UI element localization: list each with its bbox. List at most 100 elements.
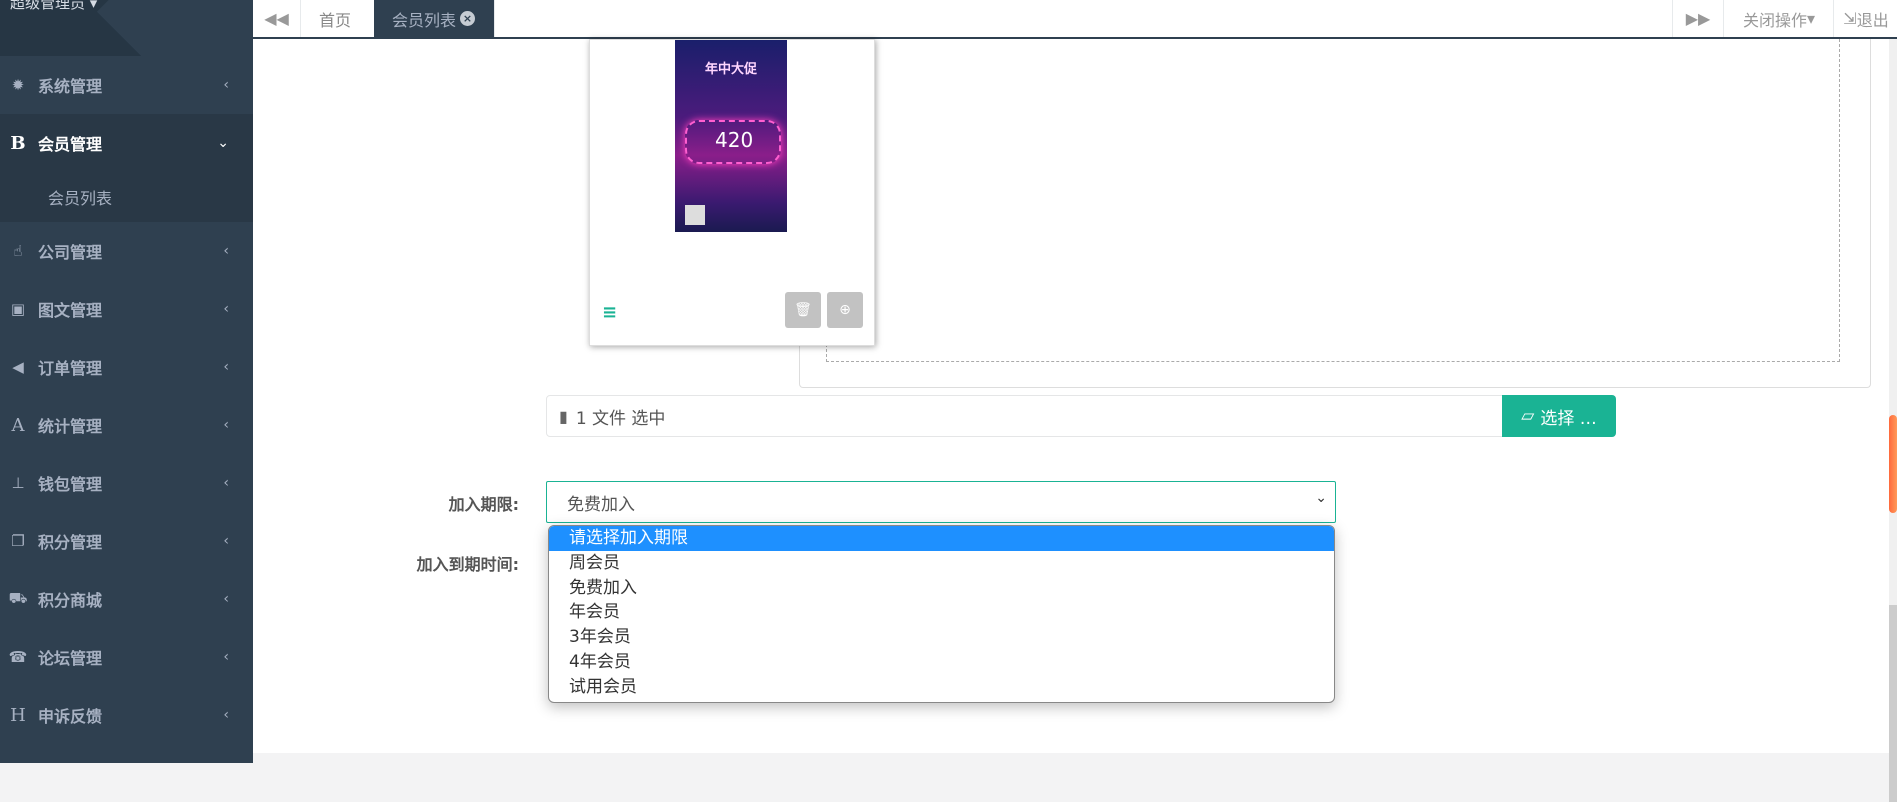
close-operations-label: 关闭操作	[1742, 10, 1807, 30]
scroll-tabs-right-button[interactable]: ▶▶	[1672, 0, 1723, 37]
chevron-left-icon: ‹	[223, 243, 229, 259]
sidebar-item-forum[interactable]: ☎ 论坛管理 ‹	[0, 628, 253, 686]
poster-number: 420	[715, 128, 754, 152]
sidebar-item-points-mall[interactable]: ⛟ 积分商城 ‹	[0, 570, 253, 628]
sidebar-item-label: 订单管理	[38, 359, 103, 378]
choose-file-label: 选择 …	[1540, 408, 1597, 429]
option-4-year[interactable]: 4年会员	[549, 650, 1334, 675]
file-icon: ▮	[559, 406, 568, 426]
zoom-file-button[interactable]: ⊕	[827, 292, 863, 328]
gear-icon: ✹	[11, 76, 25, 94]
stamp-icon: ⊥	[11, 474, 25, 492]
chevron-left-icon: ‹	[223, 301, 229, 317]
chevron-left-icon: ‹	[223, 649, 229, 665]
expire-time-label: 加入到期时间:	[416, 555, 519, 574]
logout-label: 退出	[1856, 10, 1889, 30]
sidebar-item-label: 钱包管理	[38, 475, 103, 494]
sidebar-item-stats[interactable]: A 统计管理 ‹	[0, 396, 253, 454]
delete-file-button[interactable]: 🗑	[785, 292, 821, 328]
file-preview-panel	[799, 39, 1871, 388]
sidebar-item-label: 申诉反馈	[38, 707, 103, 726]
vertical-scrollbar[interactable]	[1889, 39, 1897, 802]
chevron-left-icon: ‹	[223, 533, 229, 549]
poster-title: 年中大促	[704, 62, 757, 77]
tab-member-list[interactable]: 会员列表 ×	[374, 0, 495, 37]
join-period-label: 加入期限:	[448, 495, 519, 514]
profile-header: 超级管理员 ▾	[0, 0, 253, 56]
close-tab-icon[interactable]: ×	[460, 11, 476, 26]
copy-icon: ❐	[11, 532, 25, 550]
sidebar: 超级管理员 ▾ ✹ 系统管理 ‹ B 会员管理 ⌄ 会员列表 ☝ 公司管理 ‹ …	[0, 0, 253, 763]
image-icon: ▣	[10, 300, 26, 318]
close-operations-dropdown[interactable]: 关闭操作 ▾	[1723, 0, 1834, 37]
sidebar-item-label: 统计管理	[38, 417, 103, 436]
user-name: 超级管理员	[10, 0, 86, 12]
drop-zone[interactable]	[826, 39, 1840, 362]
sidebar-item-label: 会员管理	[38, 135, 103, 154]
sidebar-item-label: 论坛管理	[38, 649, 103, 668]
double-chevron-right-icon: ▶▶	[1685, 9, 1711, 28]
tab-bar: ◀◀ 首页 会员列表 × ▶▶ 关闭操作 ▾ ⇲ 退出	[253, 0, 1897, 39]
sidebar-item-content[interactable]: ▣ 图文管理 ‹	[0, 280, 253, 338]
sidebar-item-company[interactable]: ☝ 公司管理 ‹	[0, 222, 253, 280]
footer-strip	[253, 753, 1897, 763]
hand-icon: ☝	[13, 242, 23, 260]
cart-icon: ⛟	[8, 589, 28, 607]
option-weekly[interactable]: 周会员	[549, 551, 1334, 576]
file-caption: ▮ 1 文件 选中	[546, 395, 1504, 437]
font-a-icon: A	[11, 414, 25, 436]
option-free[interactable]: 免费加入	[549, 576, 1334, 601]
option-trial[interactable]: 试用会员	[549, 675, 1334, 700]
sidebar-item-members[interactable]: B 会员管理 ⌄	[0, 114, 253, 172]
header-h-icon: H	[10, 704, 26, 726]
join-period-select[interactable]: 免费加入 ⌄	[546, 481, 1336, 523]
option-3-year[interactable]: 3年会员	[549, 625, 1334, 650]
sidebar-item-label: 积分管理	[38, 533, 103, 552]
scrollbar-thumb[interactable]	[1889, 605, 1897, 802]
bold-b-icon: B	[10, 132, 26, 154]
caret-down-icon: ▾	[89, 0, 98, 12]
sidebar-item-orders[interactable]: ◀ 订单管理 ‹	[0, 338, 253, 396]
poster-image: 年中大促 420	[675, 40, 787, 232]
choose-file-button[interactable]: ▱ 选择 …	[1502, 395, 1616, 437]
user-menu[interactable]: 超级管理员 ▾	[10, 0, 97, 13]
caret-down-icon: ▾	[1806, 9, 1816, 28]
megaphone-icon: ◀	[12, 358, 24, 376]
sidebar-item-points[interactable]: ❐ 积分管理 ‹	[0, 512, 253, 570]
file-caption-text: 1 文件 选中	[575, 408, 666, 429]
option-placeholder[interactable]: 请选择加入期限	[549, 526, 1334, 551]
chevron-down-icon: ⌄	[1315, 490, 1327, 506]
folder-open-icon: ▱	[1521, 406, 1535, 426]
sidebar-item-feedback[interactable]: H 申诉反馈 ‹	[0, 686, 253, 744]
chevron-left-icon: ‹	[223, 359, 229, 375]
chevron-left-icon: ‹	[223, 77, 229, 93]
scroll-tabs-left-button[interactable]: ◀◀	[253, 0, 301, 37]
sidebar-subitem-member-list[interactable]: 会员列表	[0, 172, 253, 222]
sign-out-icon: ⇲	[1843, 9, 1857, 28]
tab-home[interactable]: 首页	[301, 0, 378, 37]
chevron-left-icon: ‹	[223, 707, 229, 723]
scroll-indicator[interactable]	[1889, 415, 1897, 513]
tab-label: 会员列表	[392, 10, 457, 30]
sidebar-item-system[interactable]: ✹ 系统管理 ‹	[0, 56, 253, 114]
zoom-in-icon: ⊕	[839, 302, 851, 318]
tab-label: 首页	[319, 10, 352, 30]
trash-icon: 🗑	[794, 302, 812, 318]
chevron-down-icon: ⌄	[217, 135, 229, 151]
chevron-left-icon: ‹	[223, 417, 229, 433]
file-thumbnail: 年中大促 420 ≡ 🗑 ⊕	[589, 39, 875, 346]
logout-button[interactable]: ⇲ 退出	[1833, 0, 1897, 37]
sidebar-item-label: 系统管理	[38, 77, 103, 96]
profile-decoration	[96, 0, 253, 56]
join-period-dropdown: 请选择加入期限 周会员 免费加入 年会员 3年会员 4年会员 试用会员	[548, 525, 1335, 703]
select-value: 免费加入	[567, 494, 635, 515]
sidebar-item-wallet[interactable]: ⊥ 钱包管理 ‹	[0, 454, 253, 512]
double-chevron-left-icon: ◀◀	[264, 9, 289, 28]
qr-code-image	[685, 205, 705, 225]
sidebar-item-label: 图文管理	[38, 301, 103, 320]
option-yearly[interactable]: 年会员	[549, 600, 1334, 625]
chevron-left-icon: ‹	[223, 475, 229, 491]
sidebar-item-label: 积分商城	[38, 591, 103, 610]
drag-handle-icon[interactable]: ≡	[602, 302, 617, 323]
chevron-left-icon: ‹	[223, 591, 229, 607]
